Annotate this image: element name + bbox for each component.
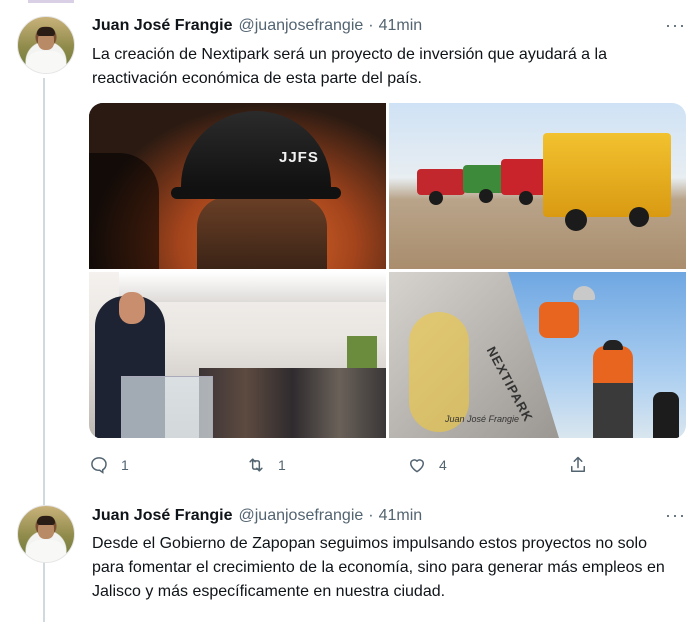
avatar-hair [37,27,55,36]
photo-shadow [89,153,159,269]
retweet-button[interactable]: 1 [246,455,286,475]
plaque-caption: Juan José Frangie [445,414,520,424]
reply-icon [91,457,107,474]
separator-dot: · [368,507,374,524]
tweet-header: Juan José Frangie @juanjosefrangie · 41m… [92,17,422,35]
top-accent-bar [28,0,74,3]
tweet-text: La creación de Nextipark será un proyect… [92,46,607,87]
hard-hat-brim [171,187,341,199]
avatar-hair [37,516,55,525]
reply-count: 1 [121,457,129,473]
retweet-count: 1 [278,457,286,473]
photo-speaker[interactable] [89,272,386,438]
photo-head [197,197,327,269]
tweet-header: Juan José Frangie @juanjosefrangie · 41m… [92,507,422,525]
photographer [653,392,679,438]
author-handle[interactable]: @juanjosefrangie [239,17,364,35]
separator-dot: · [368,17,374,34]
media-grid[interactable]: JJFS NEXTIPARK Juan José Frangie [89,103,686,439]
truck-red [417,169,465,195]
truck-wheel [629,207,649,227]
more-options-button[interactable]: ··· [665,505,686,526]
worker-standing [593,346,633,438]
like-button[interactable]: 4 [407,455,447,475]
share-button[interactable] [568,455,588,475]
avatar-shirt [26,51,66,73]
truck-wheel [519,191,533,205]
avatar[interactable] [17,505,75,563]
worker-hard-hat [573,286,595,300]
thread-connector-line [43,78,45,506]
worker-hard-hat [603,340,623,350]
photo-helmet[interactable]: JJFS [89,103,386,269]
timestamp[interactable]: 41min [379,17,423,35]
truck-wheel [479,189,493,203]
author-name[interactable]: Juan José Frangie [92,507,233,525]
tweet-actions: 1 1 4 [89,455,686,477]
author-handle[interactable]: @juanjosefrangie [239,507,364,525]
like-count: 4 [439,457,447,473]
event-tent [119,272,386,302]
tweet-text: Desde el Gobierno de Zapopan seguimos im… [92,535,665,600]
heart-icon [410,459,424,473]
thread-connector-line [43,562,45,622]
speaker-face [119,292,145,324]
avatar[interactable] [17,16,75,74]
author-name[interactable]: Juan José Frangie [92,17,233,35]
truck-wheel [565,209,587,231]
worker-vest [539,302,579,338]
photo-plaque[interactable]: NEXTIPARK Juan José Frangie [389,272,686,438]
share-icon [571,456,585,472]
avatar-shirt [26,540,66,562]
photo-trucks[interactable] [389,103,686,269]
reply-button[interactable]: 1 [89,455,129,475]
helmet-label: JJFS [279,149,319,166]
truck-wheel [429,191,443,205]
more-options-button[interactable]: ··· [665,15,686,36]
truck-yellow [543,133,671,217]
seated-audience [199,368,386,438]
glass-podium [121,376,213,438]
timestamp[interactable]: 41min [379,507,423,525]
retweet-icon [249,458,263,472]
